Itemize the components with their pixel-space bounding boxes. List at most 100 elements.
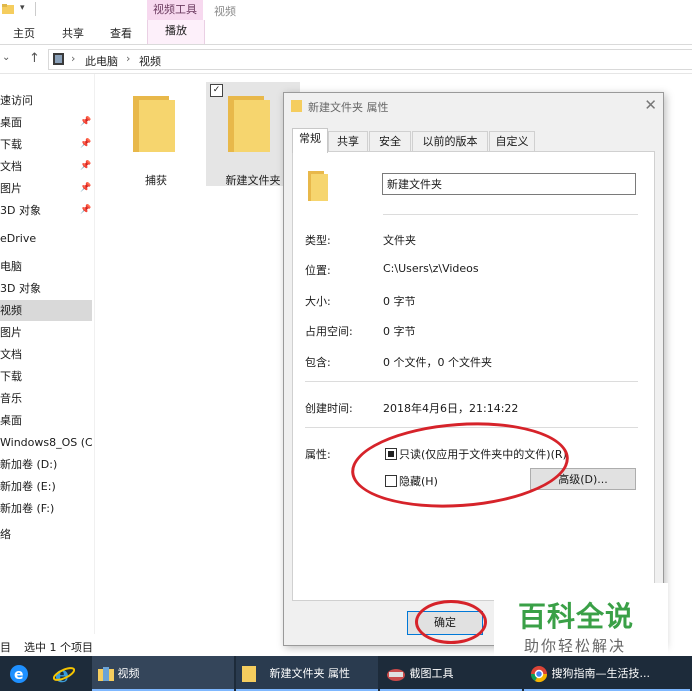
folder-icon bbox=[291, 100, 302, 115]
folder-item[interactable]: 捕获 bbox=[116, 82, 196, 187]
up-arrow-icon[interactable]: ↑ bbox=[29, 51, 40, 66]
sidebar-item-3d-objects[interactable]: 3D 对象 📌 bbox=[0, 200, 92, 221]
sidebar-item-drive-e[interactable]: 新加卷 (E:) bbox=[0, 476, 92, 497]
size-label: 大小: bbox=[305, 295, 331, 308]
tab-view[interactable]: 查看 bbox=[110, 25, 132, 41]
taskbar-item-properties[interactable]: 新建文件夹 属性 bbox=[236, 656, 378, 691]
breadcrumb-videos[interactable]: 视频 bbox=[139, 53, 161, 69]
recent-dropdown-icon[interactable]: ⌄ bbox=[2, 52, 10, 63]
sidebar-item-quick-access[interactable]: 速访问 bbox=[0, 90, 92, 111]
tab-security[interactable]: 安全 bbox=[369, 131, 411, 152]
pin-icon: 📌 bbox=[80, 139, 92, 149]
breadcrumb-chevron-icon: › bbox=[71, 52, 76, 65]
video-folder-icon bbox=[53, 53, 64, 65]
pin-icon: 📌 bbox=[80, 161, 92, 171]
tab-play[interactable]: 播放 bbox=[147, 20, 205, 44]
pin-icon: 📌 bbox=[80, 205, 92, 215]
tab-home[interactable]: 主页 bbox=[13, 25, 35, 41]
sidebar-item-network[interactable]: 络 bbox=[0, 524, 92, 545]
folder-name-input[interactable]: 新建文件夹 bbox=[382, 173, 636, 195]
ie-button[interactable]: e bbox=[44, 656, 84, 691]
sidebar-item-videos[interactable]: 视频 bbox=[0, 300, 92, 321]
sidebar-item-label: 新加卷 (E:) bbox=[0, 480, 56, 493]
taskbar-item-snipping-tool[interactable]: 截图工具 bbox=[380, 656, 522, 691]
close-icon[interactable]: ✕ bbox=[644, 96, 657, 114]
quick-access-dropdown-icon[interactable]: ▾ bbox=[20, 3, 32, 13]
sidebar-item-onedrive[interactable]: eDrive bbox=[0, 228, 92, 249]
divider bbox=[305, 381, 638, 382]
tab-general[interactable]: 常规 bbox=[292, 128, 328, 153]
sidebar-item-label: 下载 bbox=[0, 138, 22, 151]
pin-icon: 📌 bbox=[80, 183, 92, 193]
navigation-pane: 速访问 桌面 📌 下载 📌 文档 📌 图片 📌 3D 对象 📌 eDrive 电脑 3D … bbox=[0, 74, 95, 634]
window-title: 视频 bbox=[214, 5, 236, 18]
sidebar-item-label: 视频 bbox=[0, 304, 22, 317]
sidebar-item-desktop[interactable]: 桌面 📌 bbox=[0, 112, 92, 133]
address-bar: ⌄ ↑ › 此电脑 › 视频 bbox=[0, 45, 692, 74]
sidebar-item-label: 速访问 bbox=[0, 94, 33, 107]
internet-explorer-icon: e bbox=[53, 663, 75, 685]
ribbon-tabs: 主页 共享 查看 播放 bbox=[0, 20, 692, 45]
edge-button[interactable]: e bbox=[0, 656, 38, 691]
sidebar-item-documents[interactable]: 文档 📌 bbox=[0, 156, 92, 177]
svg-text:e: e bbox=[14, 667, 24, 683]
sidebar-item-label: 新加卷 (D:) bbox=[0, 458, 58, 471]
type-label: 类型: bbox=[305, 234, 331, 247]
folder-icon bbox=[228, 96, 270, 152]
sidebar-item-label: 新加卷 (F:) bbox=[0, 502, 55, 515]
sidebar-item-documents-pc[interactable]: 文档 bbox=[0, 344, 92, 365]
sidebar-item-desktop-pc[interactable]: 桌面 bbox=[0, 410, 92, 431]
tab-sharing[interactable]: 共享 bbox=[328, 131, 368, 152]
sidebar-item-pictures-pc[interactable]: 图片 bbox=[0, 322, 92, 343]
folder-icon bbox=[242, 666, 256, 682]
taskbar-item-chrome[interactable]: 搜狗指南—生活技... bbox=[524, 656, 690, 691]
video-tools-tab[interactable]: 视频工具 bbox=[147, 0, 203, 20]
size-value: 0 字节 bbox=[383, 295, 416, 308]
type-value: 文件夹 bbox=[383, 234, 416, 247]
sidebar-item-label: 3D 对象 bbox=[0, 204, 41, 217]
sidebar-item-drive-c[interactable]: Windows8_OS (C:) bbox=[0, 432, 92, 453]
location-label: 位置: bbox=[305, 264, 331, 277]
watermark-subtitle: 助你轻松解决 bbox=[524, 637, 627, 655]
sidebar-item-label: 下载 bbox=[0, 370, 22, 383]
disk-size-value: 0 字节 bbox=[383, 325, 416, 338]
taskbar: e e 视频 新建文件夹 属性 截图工具 搜狗指南—生活技... bbox=[0, 656, 692, 691]
folder-label: 捕获 bbox=[145, 174, 167, 187]
item-count: 目 bbox=[0, 641, 11, 654]
address-input[interactable]: › 此电脑 › 视频 bbox=[48, 49, 692, 70]
sidebar-item-downloads[interactable]: 下载 📌 bbox=[0, 134, 92, 155]
sidebar-item-drive-d[interactable]: 新加卷 (D:) bbox=[0, 454, 92, 475]
created-label: 创建时间: bbox=[305, 402, 353, 415]
general-panel: 新建文件夹 类型: 文件夹 位置: C:\Users\z\Videos 大小: … bbox=[292, 151, 655, 601]
edge-icon: e bbox=[10, 665, 28, 683]
annotation-circle bbox=[415, 600, 487, 644]
breadcrumb-this-pc[interactable]: 此电脑 bbox=[85, 53, 118, 69]
created-value: 2018年4月6日，21:14:22 bbox=[383, 402, 519, 415]
sidebar-item-music[interactable]: 音乐 bbox=[0, 388, 92, 409]
sidebar-item-label: 文档 bbox=[0, 160, 22, 173]
folder-icon bbox=[308, 171, 328, 201]
file-explorer-icon bbox=[98, 667, 114, 681]
sidebar-item-3d-objects-pc[interactable]: 3D 对象 bbox=[0, 278, 92, 299]
sidebar-item-pictures[interactable]: 图片 📌 bbox=[0, 178, 92, 199]
scissors-icon bbox=[387, 669, 405, 681]
sidebar-item-label: 文档 bbox=[0, 348, 22, 361]
sidebar-item-label: 电脑 bbox=[0, 260, 22, 273]
tab-previous-versions[interactable]: 以前的版本 bbox=[412, 131, 488, 152]
sidebar-item-label: 音乐 bbox=[0, 392, 22, 405]
sidebar-item-this-pc[interactable]: 电脑 bbox=[0, 256, 92, 277]
disk-size-label: 占用空间: bbox=[305, 325, 353, 338]
properties-dialog: 新建文件夹 属性 ✕ 常规 共享 安全 以前的版本 自定义 新建文件夹 类型: … bbox=[283, 92, 664, 646]
sidebar-item-label: 图片 bbox=[0, 182, 22, 195]
select-checkbox[interactable]: ✓ bbox=[210, 84, 223, 97]
sidebar-item-downloads-pc[interactable]: 下载 bbox=[0, 366, 92, 387]
taskbar-item-videos[interactable]: 视频 bbox=[92, 656, 234, 691]
folder-icon bbox=[133, 96, 175, 152]
tab-share[interactable]: 共享 bbox=[62, 25, 84, 41]
sidebar-item-label: 桌面 bbox=[0, 116, 22, 129]
tab-customize[interactable]: 自定义 bbox=[489, 131, 535, 152]
breadcrumb-chevron-icon: › bbox=[126, 52, 131, 65]
sidebar-item-drive-f[interactable]: 新加卷 (F:) bbox=[0, 498, 92, 519]
watermark-title: 百科全说 bbox=[518, 600, 635, 633]
attributes-label: 属性: bbox=[305, 448, 331, 461]
